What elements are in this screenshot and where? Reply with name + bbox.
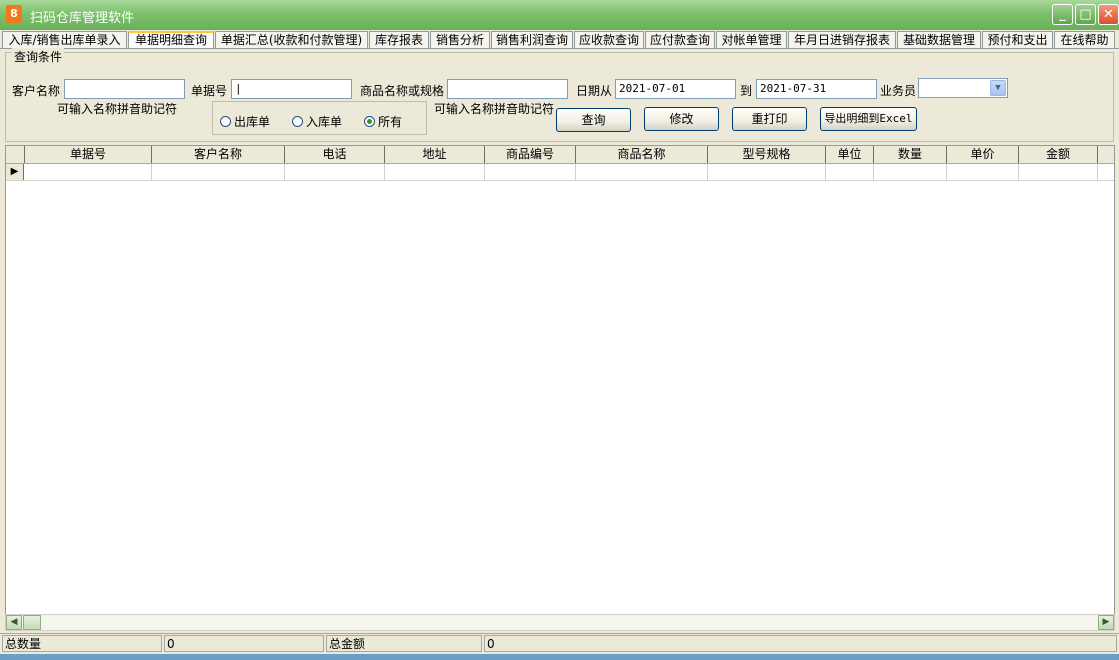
column-header[interactable]: 单价 (947, 146, 1019, 163)
table-cell[interactable] (947, 164, 1019, 180)
search-button[interactable]: 查询 (556, 108, 631, 132)
tab-detail-query[interactable]: 单据明细查询 (128, 31, 214, 48)
tab-receivable[interactable]: 应收款查询 (574, 31, 644, 48)
radio-all-icon (364, 116, 375, 127)
total-amount-value: 0 (484, 635, 1117, 652)
column-header[interactable]: 商品编号 (485, 146, 576, 163)
docno-input[interactable]: | (231, 79, 352, 99)
title-bar: 8 扫码仓库管理软件 _ □ ✕ (0, 0, 1119, 30)
scroll-left-icon[interactable]: ◀ (6, 615, 22, 630)
main-tabs: 入库/销售出库单录入 单据明细查询 单据汇总(收款和付款管理) 库存报表 销售分… (2, 31, 1119, 48)
scroll-thumb[interactable] (23, 615, 41, 630)
minimize-button[interactable]: _ (1052, 4, 1073, 25)
total-amount-label: 总金额 (326, 635, 482, 652)
tab-base-data[interactable]: 基础数据管理 (897, 31, 981, 48)
total-qty-value: 0 (164, 635, 324, 652)
maximize-button[interactable]: □ (1075, 4, 1096, 25)
docno-label: 单据号 (191, 84, 228, 98)
total-qty-label: 总数量 (2, 635, 162, 652)
export-excel-button[interactable]: 导出明细到Excel (820, 107, 917, 131)
table-cell[interactable] (826, 164, 874, 180)
tab-statement[interactable]: 对帐单管理 (716, 31, 787, 48)
product-input[interactable] (447, 79, 568, 99)
window-title: 扫码仓库管理软件 (30, 11, 135, 26)
chevron-down-icon[interactable]: ▼ (990, 80, 1006, 96)
table-cell[interactable] (708, 164, 826, 180)
query-conditions-legend: 查询条件 (12, 48, 65, 65)
table-cell[interactable] (152, 164, 285, 180)
tab-inventory-report[interactable]: 库存报表 (369, 31, 429, 48)
column-header[interactable]: 商品名称 (576, 146, 708, 163)
tab-period-report[interactable]: 年月日进销存报表 (788, 31, 896, 48)
customer-label: 客户名称 (12, 84, 61, 98)
radio-outbound-icon (220, 116, 231, 127)
salesman-select[interactable]: ▼ (918, 78, 1008, 98)
salesman-label: 业务员 (880, 84, 917, 98)
radio-inbound[interactable]: 入库单 (292, 113, 342, 129)
column-header[interactable]: 数量 (874, 146, 947, 163)
product-label: 商品名称或规格 (360, 84, 445, 98)
customer-hint: 可输入名称拼音助记符 (57, 102, 178, 116)
column-header[interactable]: 地址 (385, 146, 485, 163)
grid-header: 单据号 客户名称 电话 地址 商品编号 商品名称 型号规格 单位 数量 单价 金… (6, 146, 1114, 164)
column-header[interactable]: 电话 (285, 146, 385, 163)
table-cell[interactable] (874, 164, 947, 180)
radio-all[interactable]: 所有 (364, 113, 402, 129)
date-from-input[interactable]: 2021-07-01 (615, 79, 736, 99)
column-header[interactable]: 金额 (1019, 146, 1098, 163)
table-cell[interactable] (25, 164, 152, 180)
date-to-input[interactable]: 2021-07-31 (756, 79, 877, 99)
radio-inbound-icon (292, 116, 303, 127)
tab-online-help[interactable]: 在线帮助 (1054, 31, 1115, 48)
table-cell[interactable] (385, 164, 485, 180)
tab-prepay[interactable]: 预付和支出 (982, 31, 1053, 48)
table-cell[interactable] (285, 164, 385, 180)
row-indicator-icon: ▶ (6, 164, 24, 180)
tab-summary[interactable]: 单据汇总(收款和付款管理) (215, 31, 368, 48)
table-cell[interactable] (576, 164, 708, 180)
close-button[interactable]: ✕ (1098, 4, 1119, 25)
grid-corner (6, 146, 25, 163)
detail-grid[interactable]: 单据号 客户名称 电话 地址 商品编号 商品名称 型号规格 单位 数量 单价 金… (5, 145, 1115, 629)
tab-entry[interactable]: 入库/销售出库单录入 (2, 31, 127, 48)
tab-sales-analysis[interactable]: 销售分析 (430, 31, 490, 48)
table-cell[interactable] (485, 164, 576, 180)
horizontal-scrollbar[interactable]: ◀ ▶ (5, 614, 1115, 631)
date-from-label: 日期从 (576, 84, 613, 98)
tab-payable[interactable]: 应付款查询 (645, 31, 715, 48)
edit-button[interactable]: 修改 (644, 107, 719, 131)
tab-profit-query[interactable]: 销售利润查询 (491, 31, 573, 48)
taskbar-edge (0, 654, 1119, 660)
column-header[interactable]: 单据号 (25, 146, 152, 163)
customer-input[interactable] (64, 79, 185, 99)
column-header[interactable]: 客户名称 (152, 146, 285, 163)
scroll-right-icon[interactable]: ▶ (1098, 615, 1114, 630)
status-bar: 总数量 0 总金额 0 (0, 633, 1119, 653)
radio-outbound[interactable]: 出库单 (220, 113, 270, 129)
app-logo-icon: 8 (6, 5, 22, 23)
date-to-label: 到 (740, 84, 753, 98)
column-header[interactable]: 单位 (826, 146, 874, 163)
column-header[interactable]: 型号规格 (708, 146, 826, 163)
reprint-button[interactable]: 重打印 (732, 107, 807, 131)
product-hint: 可输入名称拼音助记符 (434, 102, 555, 116)
table-cell[interactable] (1019, 164, 1098, 180)
table-row[interactable]: ▶ (6, 164, 1114, 181)
